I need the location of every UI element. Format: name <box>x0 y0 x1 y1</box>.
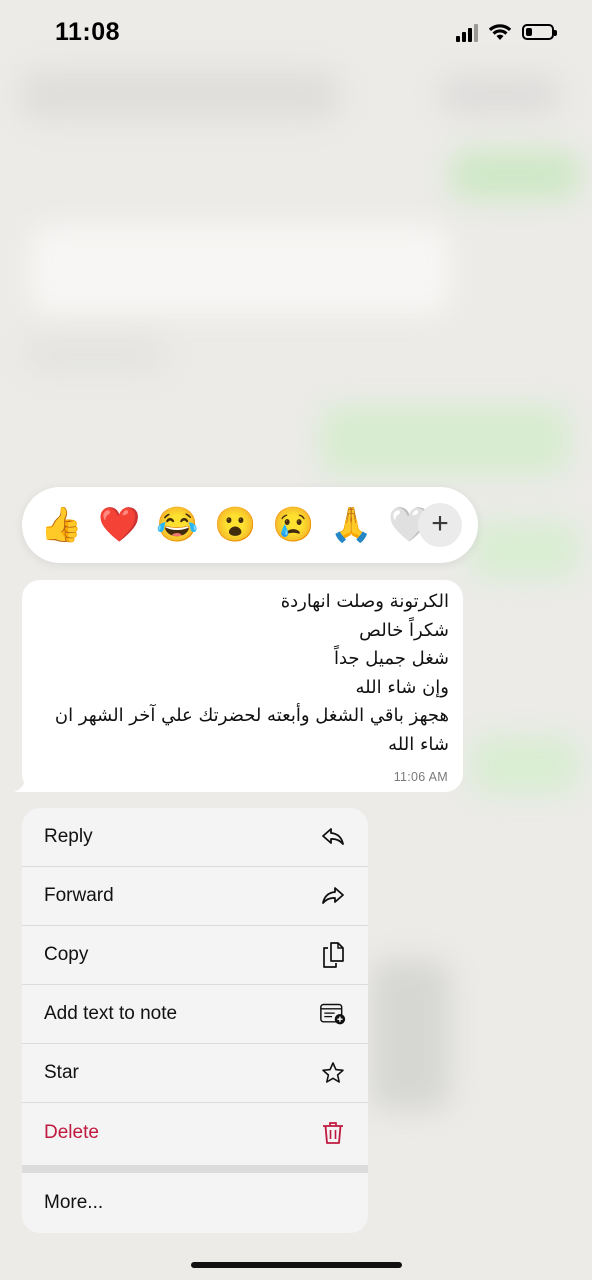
reaction-crying[interactable]: 😢 <box>272 508 314 542</box>
star-icon <box>320 1060 346 1086</box>
reaction-thumbs-up[interactable]: 👍 <box>40 508 82 542</box>
menu-item-forward[interactable]: Forward <box>22 867 368 926</box>
menu-item-reply[interactable]: Reply <box>22 808 368 867</box>
menu-item-label: Delete <box>44 1121 99 1143</box>
status-time: 11:08 <box>55 18 121 46</box>
menu-item-add-to-note[interactable]: Add text to note <box>22 985 368 1044</box>
message-line: شغل جميل جداً <box>333 648 449 669</box>
reaction-laugh[interactable]: 😂 <box>156 508 198 542</box>
wifi-icon <box>488 24 512 40</box>
battery-icon <box>522 24 557 40</box>
trash-icon <box>320 1120 346 1146</box>
menu-item-label: Reply <box>44 826 93 847</box>
add-reaction-button[interactable]: + <box>418 503 462 547</box>
message-line: وإن شاء الله <box>355 676 449 698</box>
message-timestamp: 11:06 AM <box>393 770 448 784</box>
message-line: شاء الله <box>388 733 449 755</box>
forward-icon <box>320 883 346 909</box>
home-indicator[interactable] <box>191 1262 402 1268</box>
menu-item-label: Copy <box>44 944 89 965</box>
reaction-bar: 👍 ❤️ 😂 😮 😢 🙏 🤍 + <box>22 487 478 563</box>
note-add-icon <box>320 1001 346 1027</box>
reply-icon <box>320 824 346 850</box>
context-menu: Reply Forward Copy Add text to note Star… <box>22 808 368 1233</box>
message-line: شكراً خالص <box>359 619 449 641</box>
menu-divider <box>22 1165 368 1173</box>
copy-icon <box>320 942 346 968</box>
menu-item-star[interactable]: Star <box>22 1044 368 1103</box>
menu-item-delete[interactable]: Delete <box>22 1103 368 1162</box>
message-line: هجهز باقي الشغل وأبعته لحضرتك علي آخر ال… <box>54 705 449 726</box>
status-bar: 11:08 <box>0 0 592 66</box>
menu-item-label: More... <box>44 1191 104 1213</box>
menu-item-label: Add text to note <box>44 1003 178 1024</box>
menu-item-label: Star <box>44 1062 79 1083</box>
menu-item-more[interactable]: More... <box>22 1173 368 1232</box>
reaction-surprised[interactable]: 😮 <box>214 508 256 542</box>
message-line: الكرتونة وصلت انهاردة <box>280 591 449 612</box>
reaction-heart[interactable]: ❤️ <box>98 508 140 542</box>
cellular-signal-icon <box>456 22 478 42</box>
reaction-pray[interactable]: 🙏 <box>330 508 372 542</box>
message-bubble[interactable]: الكرتونة وصلت انهاردة شكراً خالص شغل جمي… <box>22 580 463 792</box>
menu-item-copy[interactable]: Copy <box>22 926 368 985</box>
menu-item-label: Forward <box>44 885 114 906</box>
